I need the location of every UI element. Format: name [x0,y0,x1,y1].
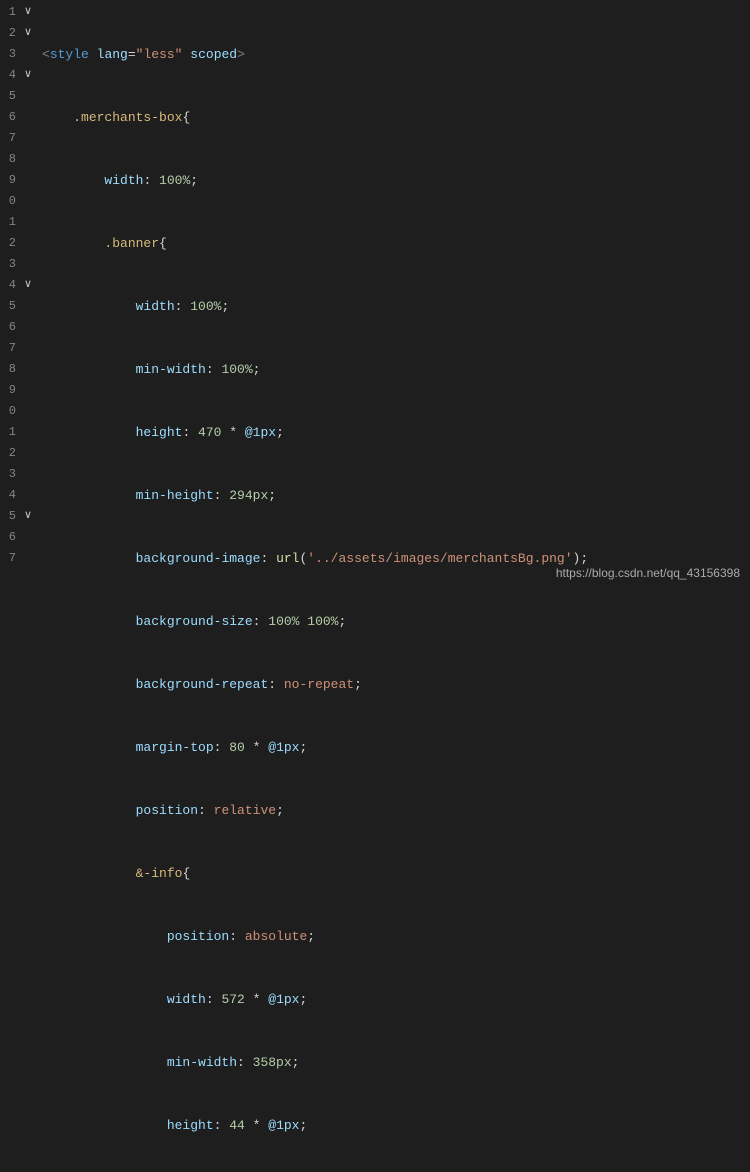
line-number: 9 [0,170,16,191]
line-number: 3 [0,44,16,65]
code-editor[interactable]: 1 2 3 4 5 6 7 8 9 0 1 2 3 4 5 6 7 8 9 0 … [0,0,750,586]
code-line[interactable]: position: relative; [42,800,750,821]
code-line[interactable]: height: 44 * @1px; [42,1115,750,1136]
fold-icon[interactable]: ∨ [24,506,32,527]
watermark-text: https://blog.csdn.net/qq_43156398 [556,566,740,580]
line-number: 9 [0,380,16,401]
line-number: 4 [0,275,16,296]
code-line[interactable]: background-repeat: no-repeat; [42,674,750,695]
line-number: 0 [0,401,16,422]
code-line[interactable]: width: 572 * @1px; [42,989,750,1010]
line-number: 1 [0,422,16,443]
line-number: 6 [0,107,16,128]
code-line[interactable]: min-width: 100%; [42,359,750,380]
line-number: 2 [0,233,16,254]
code-line[interactable]: height: 470 * @1px; [42,422,750,443]
line-number: 7 [0,338,16,359]
line-number: 1 [0,2,16,23]
line-number: 7 [0,128,16,149]
code-line[interactable]: min-height: 294px; [42,485,750,506]
code-line[interactable]: &-info{ [42,863,750,884]
line-number: 4 [0,485,16,506]
line-number: 3 [0,254,16,275]
line-number: 7 [0,548,16,569]
fold-icon[interactable]: ∨ [24,275,32,296]
code-line[interactable]: position: absolute; [42,926,750,947]
line-number: 6 [0,317,16,338]
code-line[interactable]: .merchants-box{ [42,107,750,128]
fold-icon[interactable]: ∨ [24,2,32,23]
line-number: 5 [0,506,16,527]
line-number: 6 [0,527,16,548]
code-line[interactable]: width: 100%; [42,170,750,191]
fold-gutter: ∨ ∨ ∨ ∨ ∨ [24,0,42,586]
code-line[interactable]: margin-top: 80 * @1px; [42,737,750,758]
fold-icon[interactable]: ∨ [24,65,32,86]
line-number: 1 [0,212,16,233]
line-number-gutter: 1 2 3 4 5 6 7 8 9 0 1 2 3 4 5 6 7 8 9 0 … [0,0,24,586]
code-line[interactable]: min-width: 358px; [42,1052,750,1073]
line-number: 3 [0,464,16,485]
code-area[interactable]: <style lang="less" scoped> .merchants-bo… [42,0,750,586]
line-number: 4 [0,65,16,86]
line-number: 0 [0,191,16,212]
code-line[interactable]: <style lang="less" scoped> [42,44,750,65]
code-line[interactable]: background-size: 100% 100%; [42,611,750,632]
line-number: 2 [0,23,16,44]
line-number: 5 [0,86,16,107]
code-line[interactable]: width: 100%; [42,296,750,317]
code-line[interactable]: .banner{ [42,233,750,254]
line-number: 5 [0,296,16,317]
line-number: 8 [0,149,16,170]
fold-icon[interactable]: ∨ [24,23,32,44]
line-number: 8 [0,359,16,380]
line-number: 2 [0,443,16,464]
